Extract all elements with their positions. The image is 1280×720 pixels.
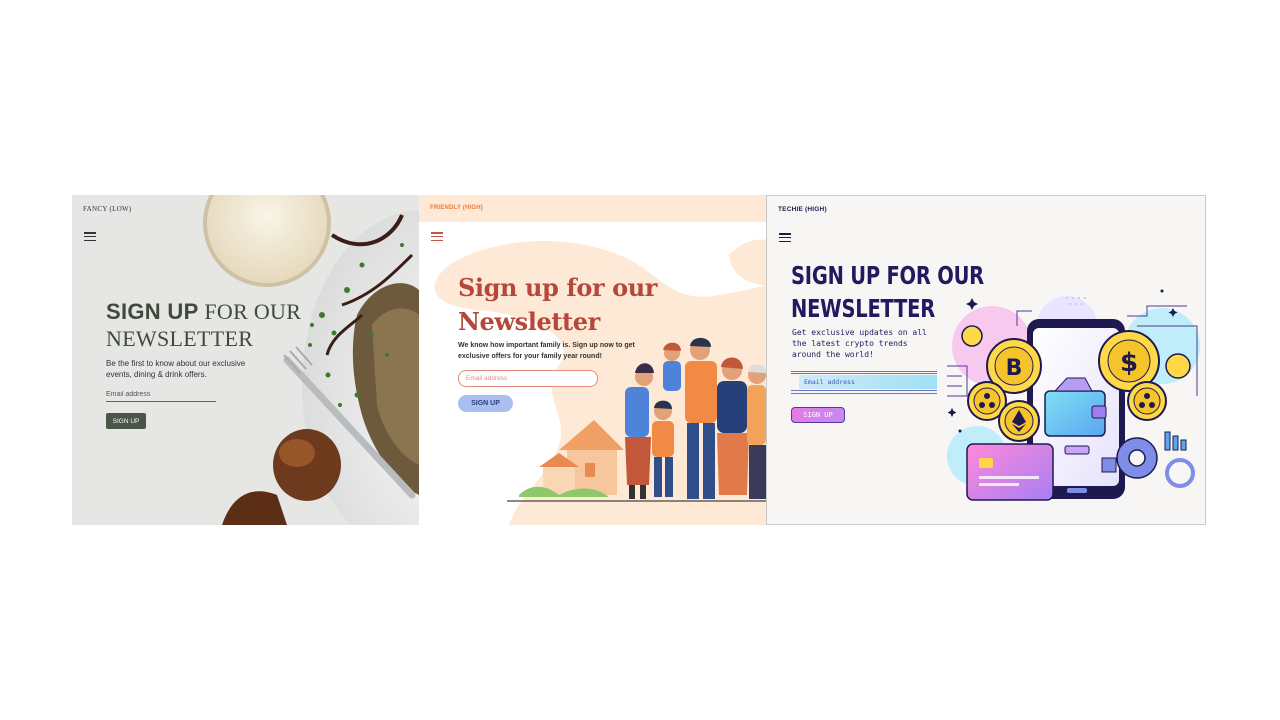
title-line2: NEWSLETTER	[106, 326, 254, 351]
fancy-newsletter-panel: FANCY (LOW) SIGN UP FOR OUR NEWSLETTER B…	[72, 195, 419, 525]
frame-rail	[791, 373, 937, 374]
menu-icon[interactable]	[84, 232, 96, 241]
frame-rail	[791, 393, 937, 394]
email-field[interactable]	[458, 370, 598, 387]
sign-up-button[interactable]: SIGN UP	[106, 413, 146, 429]
svg-text:$: $	[1120, 348, 1138, 378]
newsletter-description: Get exclusive updates on all the latest …	[792, 328, 927, 359]
sign-up-button[interactable]: SIGN UP	[791, 407, 845, 423]
variant-tag: FANCY (LOW)	[83, 205, 132, 213]
sign-up-button[interactable]: SIGN UP	[458, 395, 513, 412]
menu-icon[interactable]	[431, 232, 443, 241]
page-title: SIGN UP FOR OUR NEWSLETTER	[106, 298, 301, 352]
credit-card-icon	[966, 443, 1054, 501]
techie-newsletter-panel: B $ TECHIE (HIGH) SIGN UP FOR OUR NEWSLE…	[766, 195, 1206, 525]
title-line1: SIGN UP FOR OUR	[791, 261, 984, 290]
title-bold: SIGN UP	[106, 299, 199, 324]
title-line2: NEWSLETTER	[791, 294, 935, 323]
svg-text:B: B	[1006, 356, 1023, 381]
ethereum-icon	[998, 400, 1040, 442]
newsletter-description: Be the first to know about our exclusive…	[106, 359, 246, 379]
email-field[interactable]	[106, 391, 216, 402]
variant-tag: TECHIE (HIGH)	[778, 206, 827, 213]
menu-icon[interactable]	[779, 233, 791, 242]
frame-rail	[791, 390, 937, 391]
email-field[interactable]	[799, 375, 937, 389]
email-field-frame	[791, 371, 937, 395]
gear-icon	[1116, 437, 1158, 479]
page-title: SIGN UP FOR OUR NEWSLETTER	[791, 259, 984, 325]
title-line1: Sign up for our	[458, 273, 658, 302]
title-line2: Newsletter	[458, 307, 600, 336]
frame-rail	[791, 371, 937, 372]
newsletter-description: We know how important family is. Sign up…	[458, 342, 635, 360]
friendly-newsletter-panel: FRIENDLY (HIGH) Sign up for our Newslett…	[419, 195, 766, 525]
crypto-illustration: B $	[947, 289, 1200, 501]
page-title: Sign up for our Newsletter	[458, 271, 657, 339]
variant-tag: FRIENDLY (HIGH)	[430, 205, 484, 211]
title-rest: FOR OUR	[204, 299, 302, 324]
